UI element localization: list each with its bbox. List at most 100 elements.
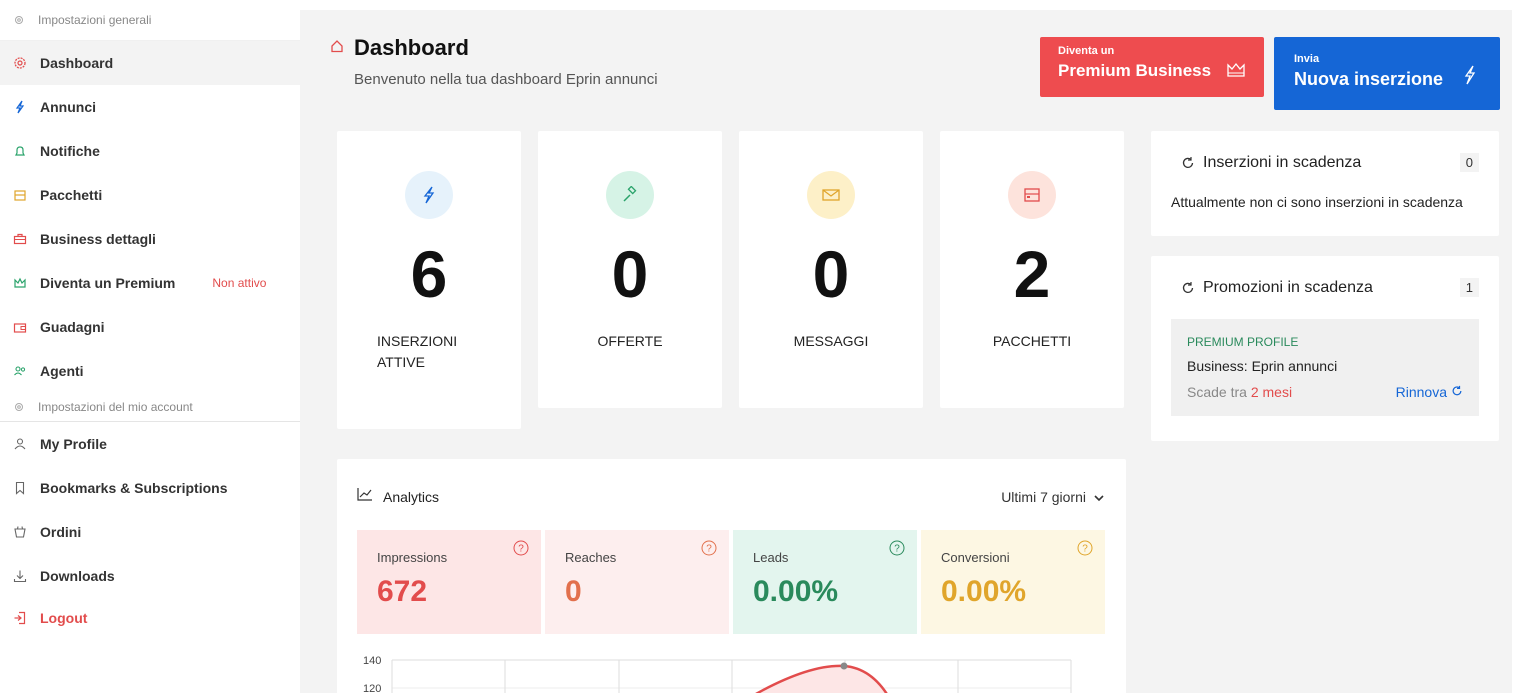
briefcase-icon <box>12 231 28 247</box>
logout-icon <box>12 610 28 626</box>
sidebar-item-pacchetti[interactable]: Pacchetti <box>0 173 300 217</box>
gavel-icon <box>606 171 654 219</box>
metric-label: Impressions <box>377 550 448 565</box>
refresh-icon <box>1181 281 1195 295</box>
lightning-icon <box>12 99 28 115</box>
svg-text:?: ? <box>706 544 712 555</box>
new-listing-button[interactable]: Invia Nuova inserzione <box>1274 37 1500 110</box>
stat-card-messages[interactable]: 0 MESSAGGI <box>739 131 923 408</box>
count-badge: 1 <box>1459 278 1479 297</box>
section-general-settings: Impostazioni generali <box>0 0 300 40</box>
bell-icon <box>12 143 28 159</box>
metric-impressions: Impressions 672 ? <box>357 530 541 634</box>
analytics-chart: 140 120 <box>363 655 1072 693</box>
refresh-icon <box>1181 156 1195 170</box>
gear-icon <box>12 55 28 71</box>
metric-value: 0.00% <box>941 575 1027 608</box>
analytics-title: Analytics <box>383 488 440 505</box>
sidebar-item-label: Agenti <box>40 363 84 379</box>
sidebar-item-label: Bookmarks & Subscriptions <box>40 480 228 496</box>
sidebar-item-business[interactable]: Business dettagli <box>0 217 300 261</box>
metric-label: Conversioni <box>941 550 1010 565</box>
crown-icon <box>12 275 28 291</box>
sidebar-item-label: Logout <box>40 610 88 626</box>
gear-icon <box>12 400 26 414</box>
envelope-icon <box>807 171 855 219</box>
section-account-settings: Impostazioni del mio account <box>0 393 300 421</box>
series-area <box>757 665 887 693</box>
sidebar-item-ordini[interactable]: Ordini <box>0 510 300 554</box>
stat-label: INSERZIONI ATTIVE <box>337 331 521 373</box>
analytics-panel: Analytics Ultimi 7 giorni Impressions 67… <box>337 459 1126 693</box>
home-icon <box>330 39 344 58</box>
main-content: Dashboard Benvenuto nella tua dashboard … <box>300 10 1512 693</box>
lightning-icon <box>405 171 453 219</box>
sidebar-item-label: Pacchetti <box>40 187 103 203</box>
expiring-listings-panel: Inserzioni in scadenza 0 Attualmente non… <box>1151 131 1499 236</box>
empty-state-text: Attualmente non ci sono inserzioni in sc… <box>1171 194 1463 210</box>
help-icon[interactable]: ? <box>889 540 905 561</box>
sidebar-item-agenti[interactable]: Agenti <box>0 349 300 393</box>
sidebar-item-label: Guadagni <box>40 319 105 335</box>
stat-label: MESSAGGI <box>793 333 869 349</box>
metric-conversions: Conversioni 0.00% ? <box>921 530 1105 634</box>
section-account-label: Impostazioni del mio account <box>38 400 193 414</box>
period-label: Ultimi 7 giorni <box>1001 488 1086 505</box>
users-icon <box>12 363 28 379</box>
svg-text:?: ? <box>894 544 900 555</box>
refresh-icon <box>1451 384 1463 400</box>
sidebar-item-label: Diventa un Premium <box>40 275 176 291</box>
stat-value: 0 <box>611 237 649 311</box>
sidebar-item-bookmarks[interactable]: Bookmarks & Subscriptions <box>0 466 300 510</box>
svg-text:?: ? <box>1082 544 1088 555</box>
metric-leads: Leads 0.00% ? <box>733 530 917 634</box>
sidebar-item-notifiche[interactable]: Notifiche <box>0 129 300 173</box>
period-select[interactable]: Ultimi 7 giorni <box>1001 489 1104 505</box>
page-header: Dashboard Benvenuto nella tua dashboard … <box>330 35 658 88</box>
download-icon <box>12 568 28 584</box>
panel-title: Inserzioni in scadenza <box>1203 153 1362 171</box>
page-subtitle: Benvenuto nella tua dashboard Eprin annu… <box>354 71 658 88</box>
help-icon[interactable]: ? <box>513 540 529 561</box>
package-icon <box>1008 171 1056 219</box>
renew-label: Rinnova <box>1395 384 1447 400</box>
new-listing-label: Nuova inserzione <box>1294 69 1444 89</box>
sidebar-item-label: Downloads <box>40 568 115 584</box>
chart-grid <box>391 659 1072 693</box>
metric-value: 0.00% <box>753 575 839 608</box>
stat-value: 0 <box>812 237 850 311</box>
lightning-icon <box>1462 65 1478 90</box>
sidebar-item-label: Business dettagli <box>40 231 156 247</box>
help-icon[interactable]: ? <box>701 540 717 561</box>
help-icon[interactable]: ? <box>1077 540 1093 561</box>
page-title: Dashboard <box>354 35 469 60</box>
new-listing-small-label: Invia <box>1294 53 1320 65</box>
sidebar-item-logout[interactable]: Logout <box>0 598 300 638</box>
stat-value: 6 <box>410 237 448 311</box>
data-point[interactable] <box>840 662 848 670</box>
promotion-expiry: Scade tra 2 mesi <box>1187 384 1292 400</box>
stat-card-offers[interactable]: 0 OFFERTE <box>538 131 722 408</box>
user-icon <box>12 436 28 452</box>
stat-label-line1: INSERZIONI <box>377 333 458 349</box>
sidebar-item-label: My Profile <box>40 436 107 452</box>
sidebar-item-my-profile[interactable]: My Profile <box>0 422 300 466</box>
stat-card-active-listings[interactable]: 6 INSERZIONI ATTIVE <box>337 131 521 429</box>
metric-value: 0 <box>565 575 582 608</box>
stat-card-packages[interactable]: 2 PACCHETTI <box>940 131 1124 408</box>
sidebar-item-annunci[interactable]: Annunci <box>0 85 300 129</box>
wallet-icon <box>12 319 28 335</box>
promotion-business: Business: Eprin annunci <box>1187 358 1338 374</box>
package-icon <box>12 187 28 203</box>
renew-link[interactable]: Rinnova <box>1396 384 1463 400</box>
sidebar-item-guadagni[interactable]: Guadagni <box>0 305 300 349</box>
sidebar-item-dashboard[interactable]: Dashboard <box>0 41 300 85</box>
premium-business-button[interactable]: Diventa un Premium Business <box>1040 37 1264 97</box>
stat-value: 2 <box>1013 237 1051 311</box>
premium-button-label: Premium Business <box>1058 61 1212 80</box>
chart-icon <box>357 487 373 506</box>
sidebar-item-downloads[interactable]: Downloads <box>0 554 300 598</box>
promotion-item: PREMIUM PROFILE Business: Eprin annunci … <box>1171 319 1479 416</box>
sidebar-item-premium[interactable]: Diventa un Premium Non attivo <box>0 261 300 305</box>
panel-title: Promozioni in scadenza <box>1203 278 1373 296</box>
